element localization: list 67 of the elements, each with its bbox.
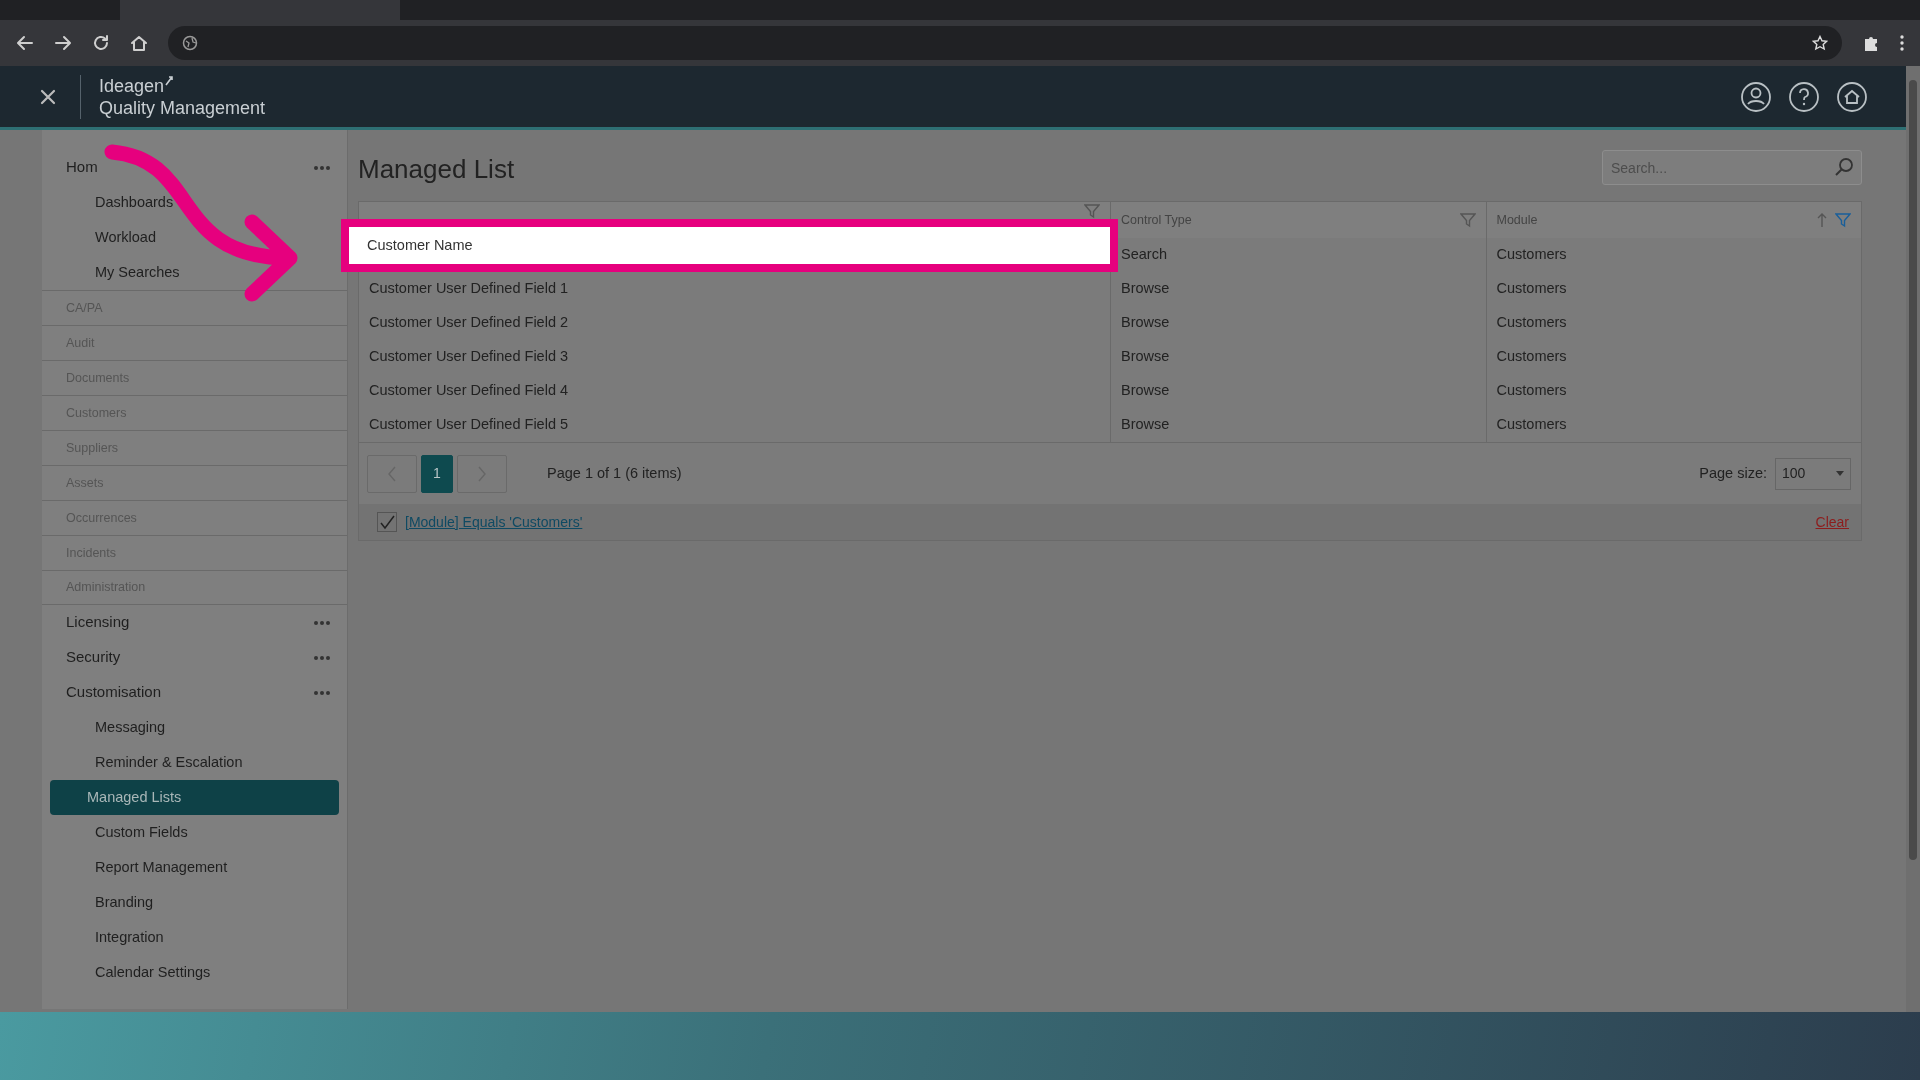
globe-icon (182, 35, 198, 51)
home-icon[interactable] (130, 34, 148, 52)
table-cell-text: Customer User Defined Field 5 (368, 415, 570, 435)
help-icon[interactable] (1788, 80, 1820, 113)
table-cell: Browse (1110, 340, 1486, 375)
home-icon[interactable] (1836, 80, 1868, 113)
page-size-select[interactable]: 100 (1775, 457, 1851, 490)
product-name: Quality Management (99, 96, 266, 119)
table-cell-text: Customer User Defined Field 2 (368, 313, 570, 333)
sidebar-item[interactable]: Security (42, 640, 347, 675)
kebab-icon[interactable] (1900, 35, 1904, 51)
check-icon (379, 514, 395, 531)
filter-checkbox[interactable] (377, 512, 397, 533)
page-info: Page 1 of 1 (6 items) (547, 463, 682, 483)
table-cell: Customers (1485, 408, 1861, 443)
brand-name: Ideagen (99, 74, 165, 97)
puzzle-icon[interactable] (1862, 34, 1880, 52)
reload-icon[interactable] (92, 34, 110, 52)
column-header[interactable]: Control Type (1121, 210, 1192, 230)
sidebar-item[interactable]: Customisation (42, 675, 347, 710)
more-icon[interactable] (313, 689, 331, 696)
table-cell: Customers (1485, 238, 1861, 273)
table-cell: Customers (1485, 272, 1861, 307)
filter-icon[interactable] (1459, 212, 1476, 229)
table-cell-text: Customer Name (367, 235, 473, 255)
filter-icon[interactable] (1084, 203, 1100, 220)
more-icon[interactable] (313, 654, 331, 661)
filter-icon[interactable] (1835, 212, 1851, 229)
page-size-label: Page size: (1699, 463, 1767, 483)
table-cell: Customers (1485, 340, 1861, 375)
sidebar-item[interactable]: Integration (50, 920, 339, 955)
scrollbar[interactable] (1906, 66, 1920, 1012)
column-header[interactable]: Module (1496, 210, 1538, 230)
sidebar-item[interactable]: Managed Lists (50, 780, 339, 815)
sidebar-item[interactable]: Reminder & Escalation (50, 745, 339, 780)
sidebar-item[interactable]: Custom Fields (50, 815, 339, 850)
close-icon (40, 89, 56, 106)
sidebar-item[interactable]: Messaging (50, 710, 339, 745)
sidebar-item[interactable]: Workload (50, 220, 339, 255)
sidebar-item[interactable]: Branding (50, 885, 339, 920)
sidebar-item[interactable]: Report Management (50, 850, 339, 885)
star-icon[interactable] (1812, 35, 1828, 51)
table-cell: Browse (1110, 272, 1486, 307)
page-title: Managed List (358, 154, 515, 186)
table-cell: Customers (1485, 306, 1861, 341)
table-cell: Browse (1110, 408, 1486, 443)
more-icon[interactable] (313, 164, 331, 171)
back-icon[interactable] (16, 34, 34, 52)
caret-icon (1836, 471, 1844, 477)
table-cell: Customers (1485, 374, 1861, 409)
sidebar-item[interactable]: Dashboards (50, 185, 339, 220)
sidebar-item[interactable]: My Searches (50, 255, 339, 290)
sidebar-item[interactable]: Licensing (42, 605, 347, 640)
sort-up-icon[interactable] (1817, 212, 1827, 229)
sidebar-item[interactable]: Hom (42, 150, 347, 185)
sidebar-item[interactable]: Calendar Settings (50, 955, 339, 990)
search-icon[interactable] (1834, 157, 1854, 177)
table-cell-text: Customer User Defined Field 1 (368, 279, 570, 299)
table-cell: Browse (1110, 374, 1486, 409)
table-cell-text: Customer User Defined Field 3 (368, 347, 570, 367)
page-button[interactable]: 1 (421, 454, 453, 493)
user-icon[interactable] (1740, 80, 1772, 113)
forward-icon[interactable] (54, 34, 72, 52)
brand-mark-icon (164, 74, 175, 87)
table-cell-text: Customer User Defined Field 4 (368, 381, 570, 401)
more-icon[interactable] (313, 619, 331, 626)
table-cell: Browse (1110, 306, 1486, 341)
